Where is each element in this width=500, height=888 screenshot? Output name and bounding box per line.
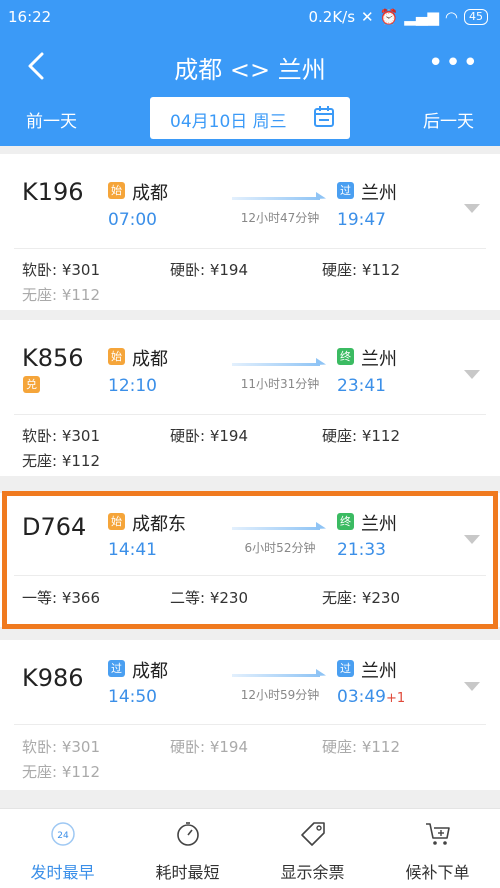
to-station: 兰州 — [361, 514, 397, 535]
page-title: 成都 <> 兰州 — [174, 56, 326, 84]
origin-tag: 始 — [108, 182, 125, 199]
chevron-down-icon[interactable] — [464, 535, 480, 545]
train-list: K196 始 成都 07:00 12小时47分钟 过 兰州 19:47 软卧: … — [0, 150, 500, 808]
stopwatch-icon — [177, 822, 199, 846]
to-station: 兰州 — [361, 349, 397, 370]
bottom-tab-bar: 24 发时最早 耗时最短 显示余票 候补下单 — [0, 808, 500, 888]
seat-price: 软卧: ¥301 — [22, 738, 100, 756]
train-number: K856 — [22, 344, 84, 372]
seat-price: 软卧: ¥301 — [22, 427, 100, 445]
wifi-icon: ◠ — [444, 8, 458, 26]
date-text: 04月10日 周三 — [170, 112, 287, 132]
seat-price: 无座: ¥112 — [22, 763, 100, 781]
seat-price: 无座: ¥230 — [322, 589, 400, 607]
seat-price: 软卧: ¥301 — [22, 261, 100, 279]
seat-price: 无座: ¥112 — [22, 452, 100, 470]
duration: 12小时59分钟 — [240, 688, 320, 702]
status-time: 16:22 — [8, 8, 52, 26]
battery-icon: 45 — [464, 9, 488, 25]
route-arrow-icon — [232, 192, 326, 200]
next-day-mark: +1 — [386, 691, 406, 706]
mute-icon: ✕ — [361, 8, 374, 26]
seat-price: 硬座: ¥112 — [322, 261, 400, 279]
divider — [14, 248, 486, 249]
chevron-down-icon[interactable] — [464, 370, 480, 380]
origin-tag: 始 — [108, 513, 125, 530]
tab-label: 发时最早 — [30, 863, 95, 882]
from-station: 成都 — [132, 183, 168, 204]
depart-time: 14:50 — [108, 687, 157, 707]
train-card[interactable]: K196 始 成都 07:00 12小时47分钟 过 兰州 19:47 软卧: … — [0, 154, 500, 310]
more-dots-icon[interactable]: ••• — [428, 50, 480, 76]
nav-bar: 成都 <> 兰州 ••• — [0, 36, 500, 96]
to-station: 兰州 — [361, 661, 397, 682]
cart-plus-icon — [426, 823, 450, 845]
seat-price: 无座: ¥112 — [22, 286, 100, 304]
duration: 6小时52分钟 — [244, 541, 316, 555]
train-card[interactable]: K986 过 成都 14:50 12小时59分钟 过 兰州 03:49 +1 软… — [0, 640, 500, 790]
clock-24-icon: 24 — [51, 822, 75, 846]
route-arrow-icon — [232, 669, 326, 677]
route-arrow-icon — [232, 522, 326, 530]
ticket-tag-icon — [301, 822, 325, 846]
train-card[interactable]: D764 始 成都东 14:41 6小时52分钟 终 兰州 21:33 一等: … — [0, 493, 500, 627]
depart-time: 12:10 — [108, 376, 157, 396]
from-station: 成都 — [132, 661, 168, 682]
network-speed: 0.2K/s — [308, 8, 356, 26]
divider — [14, 414, 486, 415]
duration: 12小时47分钟 — [240, 211, 320, 225]
chevron-down-icon[interactable] — [464, 682, 480, 692]
dest-tag: 过 — [337, 182, 354, 199]
divider — [14, 575, 486, 576]
arrive-time: 03:49 — [337, 687, 386, 707]
tab-show-remaining[interactable]: 显示余票 — [250, 809, 375, 888]
arrive-time: 19:47 — [337, 210, 386, 230]
seat-price: 硬卧: ¥194 — [170, 261, 248, 279]
route-arrow-icon — [232, 358, 326, 366]
train-card[interactable]: K856 兑 始 成都 12:10 11小时31分钟 终 兰州 23:41 软卧… — [0, 320, 500, 476]
arrive-time: 23:41 — [337, 376, 386, 396]
tab-shortest-duration[interactable]: 耗时最短 — [125, 809, 250, 888]
seat-price: 一等: ¥366 — [22, 589, 100, 607]
chevron-down-icon[interactable] — [464, 204, 480, 214]
next-day-button[interactable]: 后一天 — [423, 107, 474, 132]
seat-price: 硬座: ¥112 — [322, 427, 400, 445]
tab-label: 显示余票 — [280, 863, 345, 882]
tab-label: 候补下单 — [405, 863, 470, 882]
seat-price: 硬座: ¥112 — [322, 738, 400, 756]
seat-price: 二等: ¥230 — [170, 589, 248, 607]
depart-time: 14:41 — [108, 540, 157, 560]
signal-icon: ▂▄▆ — [404, 8, 439, 26]
dest-tag: 终 — [337, 348, 354, 365]
from-station: 成都东 — [132, 514, 186, 535]
from-station: 成都 — [132, 349, 168, 370]
arrive-time: 21:33 — [337, 540, 386, 560]
date-bar: 前一天 04月10日 周三 后一天 — [0, 96, 500, 146]
origin-tag: 始 — [108, 348, 125, 365]
origin-tag: 过 — [108, 660, 125, 677]
dest-tag: 过 — [337, 660, 354, 677]
seat-price: 硬卧: ¥194 — [170, 427, 248, 445]
dest-tag: 终 — [337, 513, 354, 530]
date-picker[interactable]: 04月10日 周三 — [150, 97, 350, 139]
depart-time: 07:00 — [108, 210, 157, 230]
train-number: K196 — [22, 178, 84, 206]
status-bar: 16:22 0.2K/s ✕ ⏰ ▂▄▆ ◠ 45 — [0, 0, 500, 36]
calendar-icon — [314, 106, 334, 127]
tab-waitlist-order[interactable]: 候补下单 — [375, 809, 500, 888]
train-number: K986 — [22, 664, 84, 692]
train-number: D764 — [22, 513, 87, 541]
divider — [14, 724, 486, 725]
exchange-badge: 兑 — [23, 376, 40, 393]
tab-label: 耗时最短 — [155, 863, 220, 882]
alarm-icon: ⏰ — [379, 8, 399, 26]
duration: 11小时31分钟 — [240, 377, 320, 391]
to-station: 兰州 — [361, 183, 397, 204]
status-icons: 0.2K/s ✕ ⏰ ▂▄▆ ◠ 45 — [308, 8, 488, 26]
prev-day-button[interactable]: 前一天 — [26, 107, 77, 132]
seat-price: 硬卧: ¥194 — [170, 738, 248, 756]
tab-earliest-departure[interactable]: 24 发时最早 — [0, 809, 125, 888]
clock-24-label: 24 — [57, 831, 69, 841]
